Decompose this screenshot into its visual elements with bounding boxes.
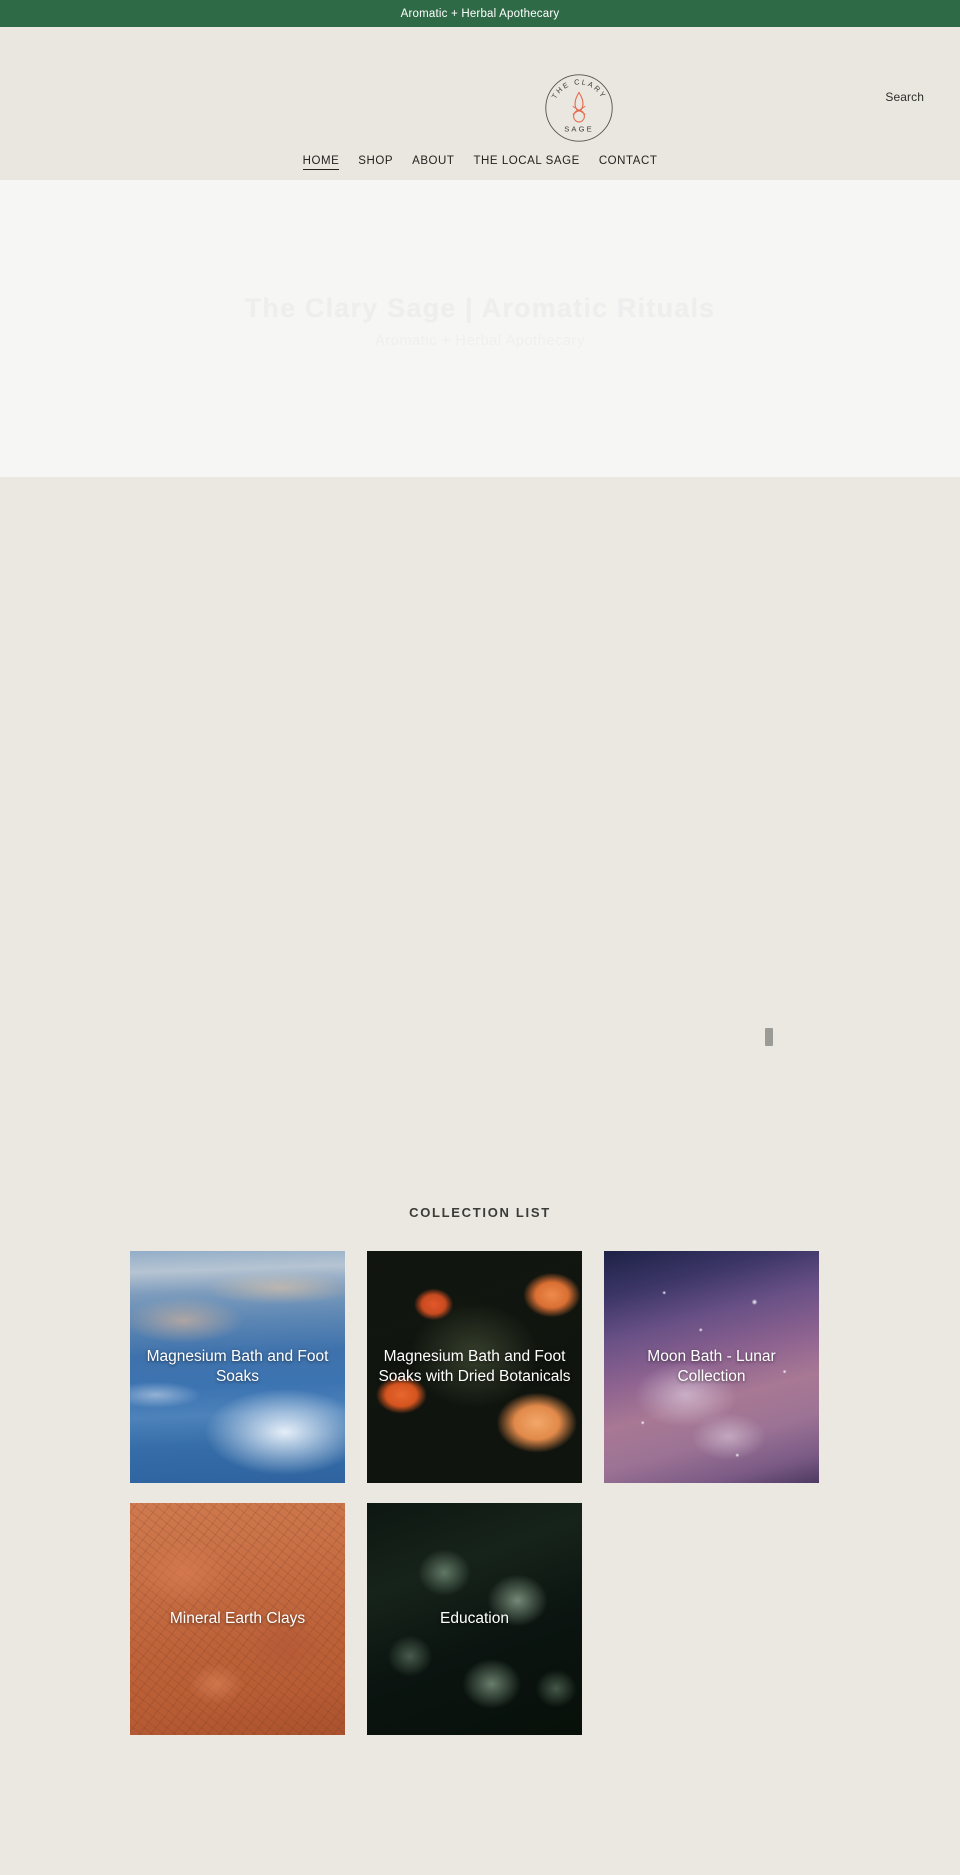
- collection-card-title: Education: [440, 1609, 509, 1627]
- collection-card-title: Magnesium Bath and Foot Soaks: [146, 1347, 329, 1385]
- collection-card-mineral-earth-clays[interactable]: Mineral Earth Clays: [130, 1503, 345, 1735]
- nav-item-the-local-sage[interactable]: THE LOCAL SAGE: [473, 155, 579, 169]
- collection-list-heading: COLLECTION LIST: [409, 1205, 551, 1220]
- announcement-bar: Aromatic + Herbal Apothecary: [0, 0, 960, 27]
- embed-placeholder-icon: [765, 1028, 773, 1046]
- hero-banner: The Clary Sage | Aromatic Rituals Aromat…: [0, 180, 960, 477]
- nav-item-about[interactable]: ABOUT: [412, 155, 454, 169]
- nav-item-home[interactable]: HOME: [302, 155, 340, 170]
- collection-list-section: COLLECTION LIST Magnesium Bath and Foot …: [0, 1195, 960, 1735]
- collection-card-title: Mineral Earth Clays: [169, 1609, 306, 1627]
- collection-card-title: Moon Bath - Lunar Collection: [647, 1347, 776, 1385]
- collection-grid: Magnesium Bath and Foot Soaks Magnesium …: [130, 1251, 830, 1735]
- nav-item-shop[interactable]: SHOP: [358, 155, 393, 169]
- embedded-content-region: [0, 477, 960, 1195]
- search-link[interactable]: Search: [885, 90, 924, 104]
- site-header: THE CLARY SAGE Search HOME SHOP ABOUT TH…: [0, 27, 960, 180]
- svg-text:THE CLARY: THE CLARY: [550, 77, 609, 100]
- collection-card-title: Magnesium Bath and Foot Soaks with Dried…: [378, 1347, 571, 1385]
- main-navigation: HOME SHOP ABOUT THE LOCAL SAGE CONTACT: [0, 155, 960, 170]
- collection-card-moon-bath-lunar-collection[interactable]: Moon Bath - Lunar Collection: [604, 1251, 819, 1483]
- hero-title: The Clary Sage | Aromatic Rituals: [244, 293, 716, 323]
- hero-subtitle: Aromatic + Herbal Apothecary: [375, 333, 585, 349]
- nav-item-contact[interactable]: CONTACT: [599, 155, 658, 169]
- collection-card-magnesium-bath-and-foot-soaks-with-dried-botanicals[interactable]: Magnesium Bath and Foot Soaks with Dried…: [367, 1251, 582, 1483]
- collection-card-magnesium-bath-and-foot-soaks[interactable]: Magnesium Bath and Foot Soaks: [130, 1251, 345, 1483]
- announcement-text: Aromatic + Herbal Apothecary: [400, 7, 560, 20]
- site-logo[interactable]: THE CLARY SAGE: [544, 73, 614, 143]
- logo-mark: THE CLARY SAGE: [545, 74, 613, 142]
- collection-card-education[interactable]: Education: [367, 1503, 582, 1735]
- svg-text:SAGE: SAGE: [564, 125, 594, 134]
